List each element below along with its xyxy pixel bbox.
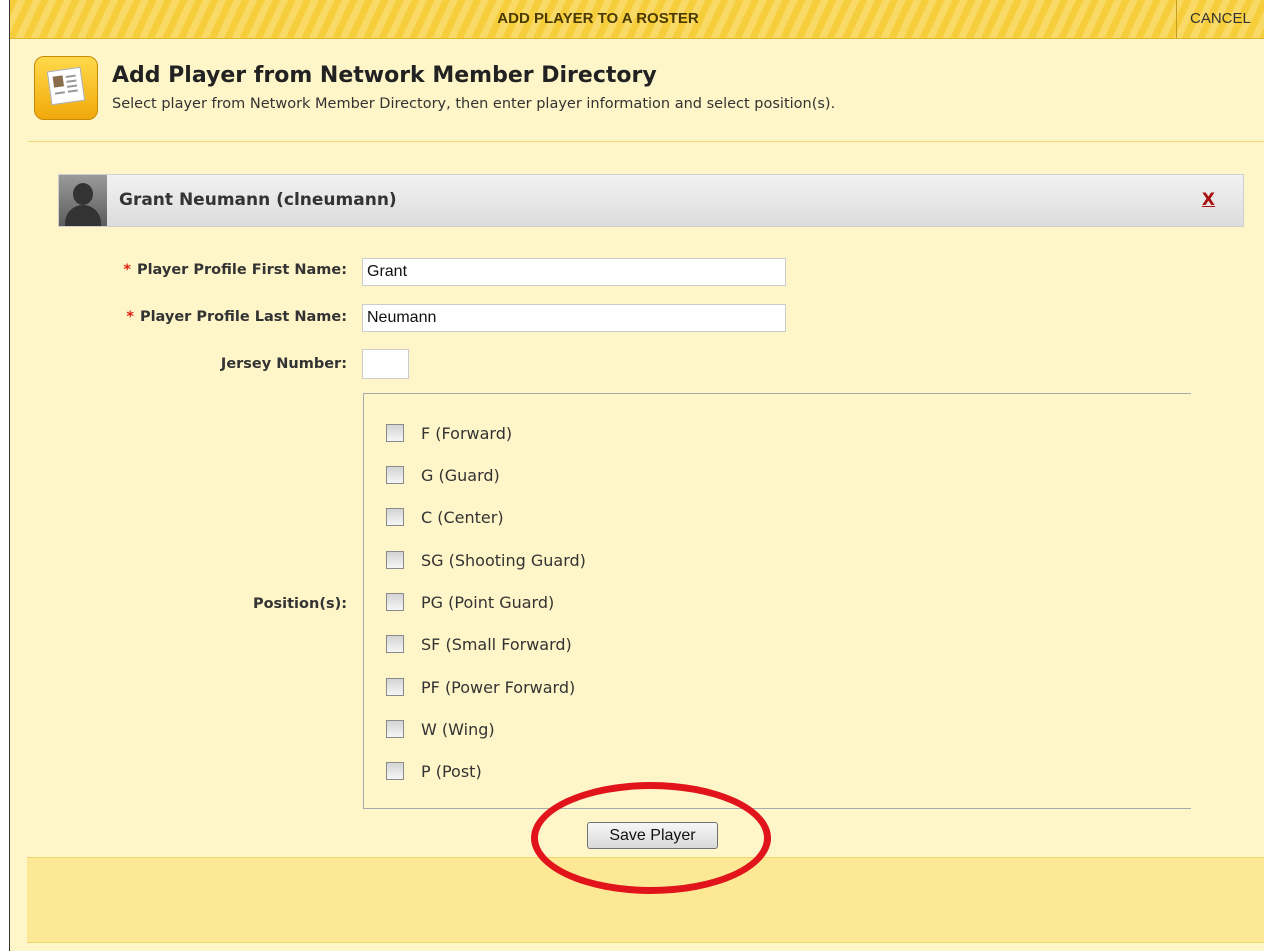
position-option[interactable]: PF (Power Forward) xyxy=(386,676,575,698)
person-silhouette-icon xyxy=(59,175,107,226)
position-option[interactable]: P (Post) xyxy=(386,760,482,782)
cancel-button[interactable]: CANCEL xyxy=(1190,0,1251,38)
positions-checkbox-group: F (Forward) G (Guard) C (Center) SG (Sho… xyxy=(363,393,1191,809)
position-option[interactable]: G (Guard) xyxy=(386,464,500,486)
dialog-title: ADD PLAYER TO A ROSTER xyxy=(497,10,699,27)
page-subtitle: Select player from Network Member Direct… xyxy=(112,96,836,112)
position-option[interactable]: SF (Small Forward) xyxy=(386,633,572,655)
header-divider xyxy=(28,141,1264,142)
last-name-label: * Player Profile Last Name: xyxy=(126,309,347,325)
jersey-number-field[interactable] xyxy=(362,349,409,379)
titlebar-divider xyxy=(1176,0,1177,38)
checkbox[interactable] xyxy=(386,762,404,780)
positions-label: Position(s): xyxy=(252,596,347,612)
checkbox[interactable] xyxy=(386,678,404,696)
checkbox[interactable] xyxy=(386,593,404,611)
member-name: Grant Neumann (clneumann) xyxy=(119,190,397,210)
checkbox[interactable] xyxy=(386,551,404,569)
remove-member-button[interactable]: X xyxy=(1202,175,1215,226)
position-option[interactable]: C (Center) xyxy=(386,506,504,528)
selected-member-bar: Grant Neumann (clneumann) X xyxy=(58,174,1244,227)
required-marker: * xyxy=(126,309,134,325)
position-option[interactable]: SG (Shooting Guard) xyxy=(386,549,586,571)
window-left-edge xyxy=(0,0,10,951)
highlight-annotation-ring xyxy=(531,782,771,894)
jersey-number-label: Jersey Number: xyxy=(220,356,347,372)
checkbox[interactable] xyxy=(386,424,404,442)
checkbox[interactable] xyxy=(386,466,404,484)
first-name-field[interactable]: Grant xyxy=(362,258,786,286)
page-title: Add Player from Network Member Directory xyxy=(112,63,657,88)
first-name-label: * Player Profile First Name: xyxy=(123,262,347,278)
dialog-titlebar: ADD PLAYER TO A ROSTER CANCEL xyxy=(10,0,1264,39)
position-option[interactable]: F (Forward) xyxy=(386,422,512,444)
checkbox[interactable] xyxy=(386,635,404,653)
last-name-field[interactable]: Neumann xyxy=(362,304,786,332)
checkbox[interactable] xyxy=(386,720,404,738)
checkbox[interactable] xyxy=(386,508,404,526)
position-option[interactable]: PG (Point Guard) xyxy=(386,591,554,613)
position-option[interactable]: W (Wing) xyxy=(386,718,495,740)
required-marker: * xyxy=(123,262,131,278)
directory-card-icon xyxy=(34,56,98,120)
